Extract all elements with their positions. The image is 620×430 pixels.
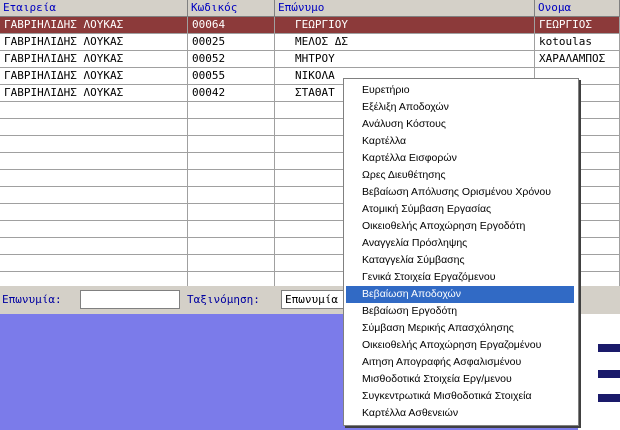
- cell-company: [0, 204, 188, 221]
- cell-name: ΓΕΩΡΓΙΟΣ: [535, 17, 620, 34]
- menu-item[interactable]: Καρτέλλα Εισφορών: [344, 150, 576, 167]
- cell-code: 00042: [188, 85, 275, 102]
- cell-surname: ΜΕΛΟΣ ΔΣ: [275, 34, 535, 51]
- column-header-name[interactable]: Ονομα: [535, 0, 620, 17]
- sort-label: Ταξινόμηση:: [187, 293, 260, 306]
- menu-item[interactable]: Οικειοθελής Αποχώρηση Εργοδότη: [344, 218, 576, 235]
- menu-item[interactable]: Βεβαίωση Αποδοχών: [346, 286, 574, 303]
- menu-item[interactable]: Αιτηση Απογραφής Ασφαλισμένου: [344, 354, 576, 371]
- column-header-surname[interactable]: Επώνυμο: [275, 0, 535, 17]
- cell-code: [188, 238, 275, 255]
- cell-code: [188, 187, 275, 204]
- table-row[interactable]: ΓΑΒΡΙΗΛΙΔΗΣ ΛΟΥΚΑΣ 00025 ΜΕΛΟΣ ΔΣ kotoulas: [0, 34, 620, 51]
- cell-company: [0, 221, 188, 238]
- table-row[interactable]: ΓΑΒΡΙΗΛΙΔΗΣ ΛΟΥΚΑΣ 00064 ΓΕΩΡΓΙΟΥ ΓΕΩΡΓΙΟΣ: [0, 17, 620, 34]
- cell-company: ΓΑΒΡΙΗΛΙΔΗΣ ΛΟΥΚΑΣ: [0, 85, 188, 102]
- logo-graphic-2: [598, 370, 620, 378]
- surname-filter-input[interactable]: [80, 290, 180, 309]
- cell-company: [0, 170, 188, 187]
- menu-item[interactable]: Ανάλυση Κόστους: [344, 116, 576, 133]
- cell-company: [0, 153, 188, 170]
- menu-item[interactable]: Καρτέλλα: [344, 133, 576, 150]
- cell-name: kotoulas: [535, 34, 620, 51]
- menu-item[interactable]: Ατομική Σύμβαση Εργασίας: [344, 201, 576, 218]
- cell-code: [188, 119, 275, 136]
- table-row[interactable]: ΓΑΒΡΙΗΛΙΔΗΣ ΛΟΥΚΑΣ 00052 ΜΗΤΡΟΥ ΧΑΡΑΛΑΜΠΟΣ: [0, 51, 620, 68]
- menu-item[interactable]: Οικειοθελής Αποχώρηση Εργαζομένου: [344, 337, 576, 354]
- cell-company: [0, 187, 188, 204]
- surname-filter-label: Επωνυμία:: [2, 293, 62, 306]
- cell-code: [188, 136, 275, 153]
- menu-item[interactable]: Μισθοδοτικά Στοιχεία Εργ/μενου: [344, 371, 576, 388]
- cell-company: [0, 255, 188, 272]
- cell-code: 00064: [188, 17, 275, 34]
- logo-graphic: [598, 344, 620, 352]
- menu-item[interactable]: Σύμβαση Μερικής Απασχόλησης: [344, 320, 576, 337]
- menu-item[interactable]: Γενικά Στοιχεία Εργαζόμενου: [344, 269, 576, 286]
- column-header-code[interactable]: Κωδικός: [188, 0, 275, 17]
- menu-item[interactable]: Ευρετήριο: [344, 82, 576, 99]
- menu-item[interactable]: Ωρες Διευθέτησης: [344, 167, 576, 184]
- cell-company: [0, 119, 188, 136]
- cell-company: [0, 102, 188, 119]
- cell-code: 00025: [188, 34, 275, 51]
- cell-code: [188, 272, 275, 286]
- cell-company: ΓΑΒΡΙΗΛΙΔΗΣ ΛΟΥΚΑΣ: [0, 34, 188, 51]
- cell-surname: ΜΗΤΡΟΥ: [275, 51, 535, 68]
- cell-company: ΓΑΒΡΙΗΛΙΔΗΣ ΛΟΥΚΑΣ: [0, 68, 188, 85]
- cell-code: [188, 170, 275, 187]
- cell-code: [188, 153, 275, 170]
- menu-item[interactable]: Βεβαίωση Απόλυσης Ορισμένου Χρόνου: [344, 184, 576, 201]
- sort-select[interactable]: Επωνυμία: [281, 290, 351, 309]
- cell-code: 00052: [188, 51, 275, 68]
- cell-code: 00055: [188, 68, 275, 85]
- cell-surname: ΓΕΩΡΓΙΟΥ: [275, 17, 535, 34]
- menu-item[interactable]: Αναγγελία Πρόσληψης: [344, 235, 576, 252]
- cell-company: ΓΑΒΡΙΗΛΙΔΗΣ ΛΟΥΚΑΣ: [0, 51, 188, 68]
- context-menu: Ευρετήριο Εξέλιξη Αποδοχών Ανάλυση Κόστους…: [343, 78, 579, 426]
- cell-name: ΧΑΡΑΛΑΜΠΟΣ: [535, 51, 620, 68]
- cell-company: [0, 272, 188, 286]
- menu-item[interactable]: Βεβαίωση Εργοδότη: [344, 303, 576, 320]
- menu-item[interactable]: Καταγγελία Σύμβασης: [344, 252, 576, 269]
- logo-graphic-3: [598, 394, 620, 402]
- cell-code: [188, 102, 275, 119]
- cell-code: [188, 255, 275, 272]
- column-header-company[interactable]: Εταιρεία: [0, 0, 188, 17]
- cell-company: [0, 238, 188, 255]
- cell-company: [0, 136, 188, 153]
- logo-area: [578, 314, 620, 430]
- cell-code: [188, 221, 275, 238]
- menu-item[interactable]: Καρτέλλα Ασθενειών: [344, 405, 576, 422]
- cell-code: [188, 204, 275, 221]
- menu-item[interactable]: Εξέλιξη Αποδοχών: [344, 99, 576, 116]
- cell-company: ΓΑΒΡΙΗΛΙΔΗΣ ΛΟΥΚΑΣ: [0, 17, 188, 34]
- menu-item[interactable]: Συγκεντρωτικά Μισθοδοτικά Στοιχεία: [344, 388, 576, 405]
